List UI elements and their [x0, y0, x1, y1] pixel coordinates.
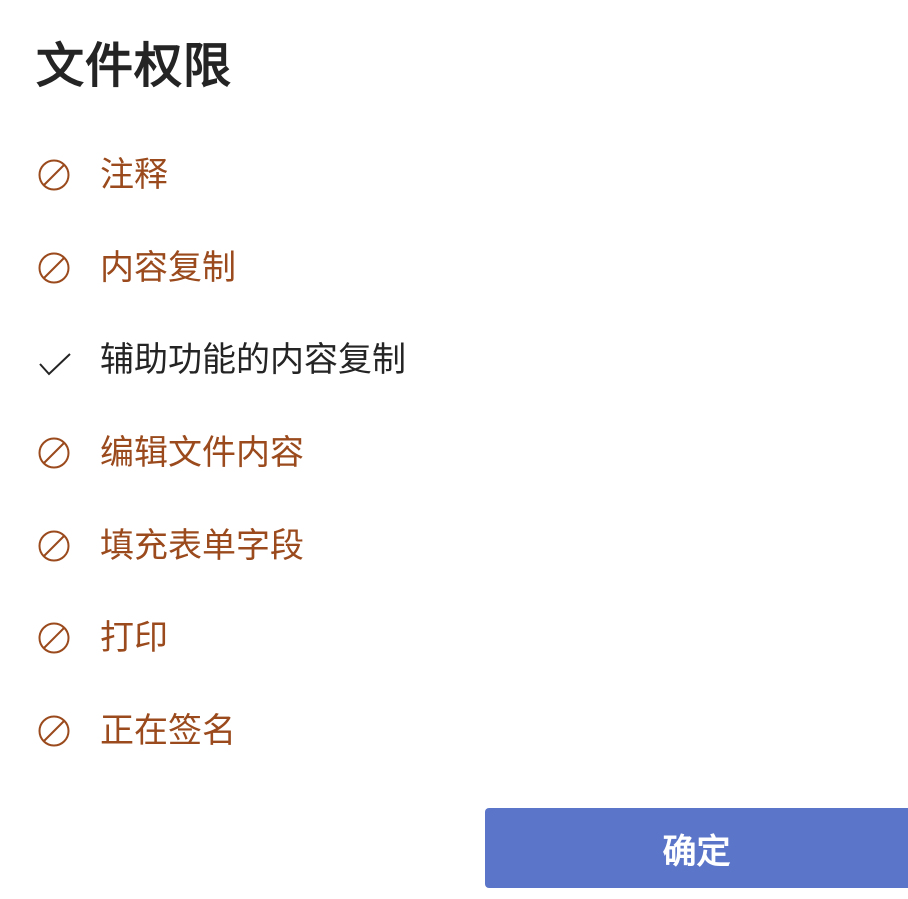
permission-label: 打印 [100, 618, 168, 658]
permission-label: 编辑文件内容 [100, 433, 304, 473]
permission-item-accessibility-copy: 辅助功能的内容复制 [36, 335, 406, 385]
permission-item-fill-forms: 填充表单字段 [36, 521, 304, 571]
prohibited-icon [36, 713, 72, 749]
ok-button[interactable]: 确定 [485, 808, 908, 888]
permission-item-edit-content: 编辑文件内容 [36, 428, 304, 478]
permission-item-print: 打印 [36, 613, 168, 663]
permission-label: 辅助功能的内容复制 [100, 340, 406, 380]
prohibited-icon [36, 250, 72, 286]
checkmark-icon [36, 342, 72, 378]
permission-label: 填充表单字段 [100, 526, 304, 566]
permission-label: 正在签名 [100, 711, 236, 751]
prohibited-icon [36, 620, 72, 656]
prohibited-icon [36, 528, 72, 564]
permission-item-content-copy: 内容复制 [36, 243, 236, 293]
prohibited-icon [36, 435, 72, 471]
file-permissions-dialog: 文件权限 注释 内容复制 辅助功能的内容复制 编辑文件内容 填充表单字段 打印 … [0, 0, 908, 899]
permission-item-annotate: 注释 [36, 150, 168, 200]
permission-label: 注释 [100, 155, 168, 195]
permission-label: 内容复制 [100, 248, 236, 288]
dialog-title: 文件权限 [36, 38, 233, 94]
prohibited-icon [36, 157, 72, 193]
permission-item-signing: 正在签名 [36, 706, 236, 756]
